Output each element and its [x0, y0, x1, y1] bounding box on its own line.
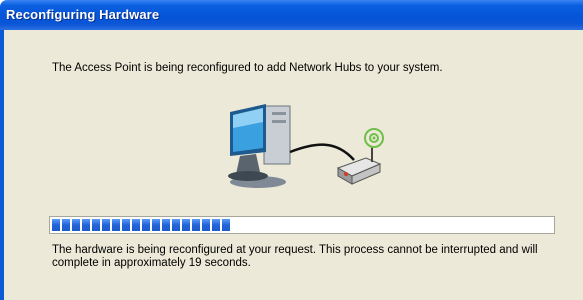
window-title: Reconfiguring Hardware	[6, 7, 160, 22]
progress-bar	[49, 216, 555, 234]
progress-fill	[52, 219, 237, 231]
progress-block	[182, 219, 190, 231]
progress-block	[92, 219, 100, 231]
status-text: The hardware is being reconfigured at yo…	[52, 244, 538, 269]
network-cable	[289, 143, 355, 161]
progress-block	[222, 219, 230, 231]
reconfigure-dialog: Reconfiguring Hardware The Access Point …	[0, 0, 583, 300]
progress-block	[202, 219, 210, 231]
progress-block	[52, 219, 60, 231]
progress-block	[212, 219, 220, 231]
network-illustration	[228, 104, 384, 188]
progress-block	[72, 219, 80, 231]
progress-block	[192, 219, 200, 231]
progress-block	[152, 219, 160, 231]
wireless-signal-icon	[364, 128, 384, 148]
progress-block	[102, 219, 110, 231]
computer-icon	[228, 104, 291, 188]
progress-block	[142, 219, 150, 231]
title-bar[interactable]: Reconfiguring Hardware	[0, 0, 583, 30]
progress-block	[162, 219, 170, 231]
progress-block	[62, 219, 70, 231]
reconfigure-message: The Access Point is being reconfigured t…	[52, 62, 443, 74]
progress-block	[132, 219, 140, 231]
progress-block	[82, 219, 90, 231]
progress-block	[122, 219, 130, 231]
progress-block	[112, 219, 120, 231]
dialog-body: The Access Point is being reconfigured t…	[4, 30, 583, 300]
progress-block	[172, 219, 180, 231]
